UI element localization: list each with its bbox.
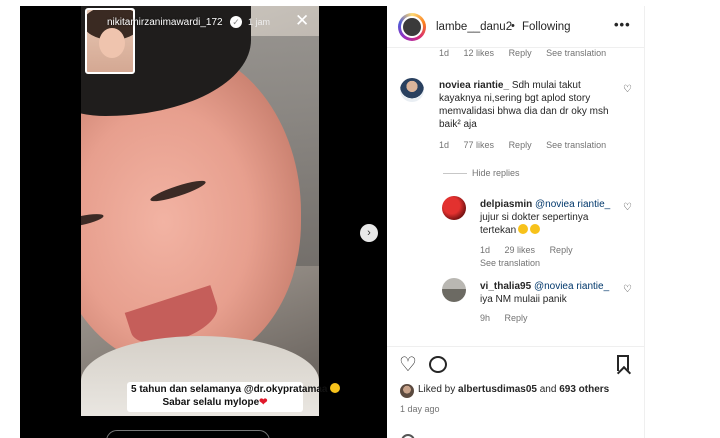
story-time: 1 jam [248,17,271,27]
reply-meta: 9h Reply [480,313,528,323]
author-avatar[interactable] [398,13,426,41]
bookmark-icon[interactable] [617,355,629,371]
reply-item: delpiasmin @noviea riantie_ jujur si dok… [480,198,616,237]
liked-by-avatar[interactable] [400,384,414,398]
comment-avatar[interactable] [400,78,424,102]
caption-line-1: 5 tahun dan selamanya @dr.okypratamaa [131,384,328,395]
reply-avatar[interactable] [442,278,466,302]
emoji-icon[interactable] [401,434,415,438]
caption-line-2: Sabar selalu mylope [162,397,260,408]
liked-by-user[interactable]: albertusdimas05 [458,384,537,395]
liked-by-others[interactable]: 693 others [559,384,609,395]
divider-line [443,173,467,174]
reply-mention[interactable]: @noviea riantie_ [535,199,610,210]
comment-icon[interactable] [429,356,447,373]
reply-like-heart-icon[interactable]: ♡ [623,202,632,213]
reply-translate: See translation [480,258,541,268]
reply-username[interactable]: vi_thalia95 [480,281,531,292]
comment-item: noviea riantie_ Sdh mulai takut kayaknya… [439,79,611,131]
reply-text: iya NM mulaii panik [480,294,567,305]
post-media: nikitamirzanimawardi_172 ✓ 1 jam ✕ 5 tah… [20,6,387,438]
more-options-icon[interactable]: ••• [614,17,631,32]
comment-like-heart-icon[interactable]: ♡ [623,84,632,95]
post-date: 1 day ago [400,404,440,414]
following-button[interactable]: Following [522,21,571,33]
author-username[interactable]: lambe__danu2 [436,21,512,33]
post-header: lambe__danu2 • Following ••• [387,6,644,48]
story-reply-field [106,430,270,438]
reply-mention[interactable]: @noviea riantie_ [534,281,609,292]
comment-meta: 1d 77 likes Reply See translation [439,140,607,150]
story-header: nikitamirzanimawardi_172 ✓ 1 jam ✕ [81,6,319,84]
post-side-panel: lambe__danu2 • Following ••• 1d 12 likes… [387,6,645,438]
comment-username[interactable]: noviea riantie_ [439,80,509,91]
reply-username[interactable]: delpiasmin [480,199,532,210]
story-username: nikitamirzanimawardi_172 [107,17,223,28]
reply-meta: 1d 29 likes Reply [480,245,573,255]
next-media-button[interactable]: › [360,224,378,242]
prev-comment-meta: 1d 12 likes Reply See translation [439,48,607,58]
post-actions: ♡ [387,346,644,376]
close-icon: ✕ [295,11,310,30]
reply-item: vi_thalia95 @noviea riantie_ iya NM mula… [480,280,616,306]
hide-replies-button[interactable]: Hide replies [472,168,520,178]
heart-emoji-icon: ❤ [259,397,268,408]
story-caption: 5 tahun dan selamanya @dr.okypratamaa Sa… [127,382,341,412]
header-separator: • [511,20,515,32]
liked-by-summary: Liked by albertusdimas05 and 693 others [418,384,610,395]
verified-badge-icon: ✓ [230,16,242,28]
reply-avatar[interactable] [442,196,466,220]
reply-like-heart-icon[interactable]: ♡ [623,284,632,295]
heart-icon[interactable]: ♡ [399,355,417,375]
smile-emoji-icon [330,383,341,393]
